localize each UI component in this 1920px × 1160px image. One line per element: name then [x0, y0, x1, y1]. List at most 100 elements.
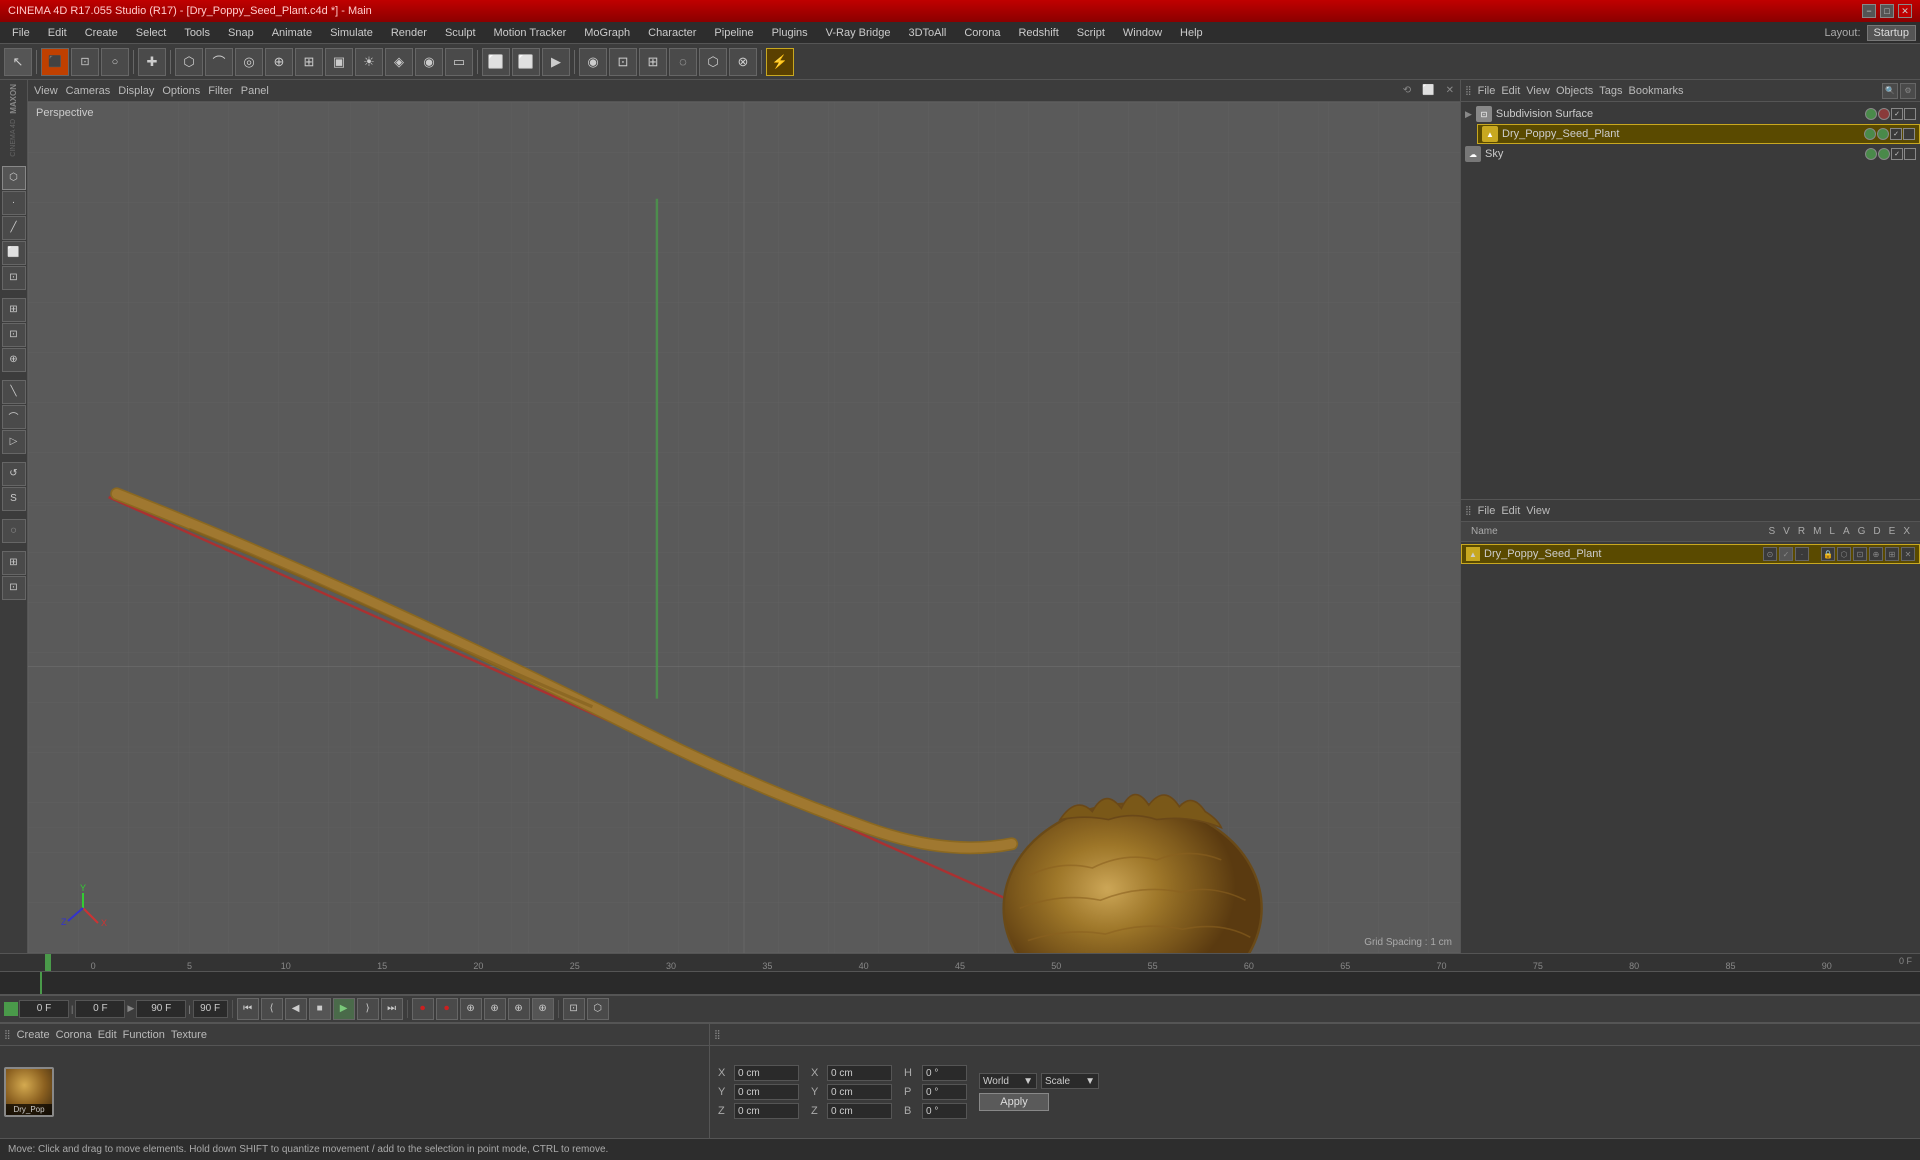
viewport-canvas[interactable]: Perspective [28, 102, 1460, 953]
toolbar-tag[interactable]: ◈ [385, 48, 413, 76]
menu-corona[interactable]: Corona [956, 25, 1008, 41]
obj-menu-bookmarks[interactable]: Bookmarks [1629, 85, 1684, 97]
toolbar-light[interactable]: ☀ [355, 48, 383, 76]
obj-menu-tags[interactable]: Tags [1599, 85, 1622, 97]
attr-toggle-lock[interactable]: 🔒 [1821, 547, 1835, 561]
obj-dp-visible-editor[interactable] [1864, 128, 1876, 140]
toolbar-render-all[interactable]: ▶ [542, 48, 570, 76]
tc-preview-end[interactable] [136, 1000, 186, 1018]
tc-stop[interactable]: ■ [309, 998, 331, 1020]
attr-toggle-extra[interactable]: ⊞ [1885, 547, 1899, 561]
left-loop[interactable]: ↺ [2, 462, 26, 486]
attr-menu-view[interactable]: View [1526, 505, 1550, 517]
toolbar-scene[interactable]: ⊞ [295, 48, 323, 76]
left-knife[interactable]: ╲ [2, 380, 26, 404]
left-edge-mode[interactable]: ╱ [2, 216, 26, 240]
obj-menu-file[interactable]: File [1478, 85, 1496, 97]
obj-row-subdivision[interactable]: ▶ ⊡ Subdivision Surface ✓ [1461, 104, 1920, 124]
vp-menu-filter[interactable]: Filter [208, 85, 232, 97]
tc-goto-start[interactable]: ⏮ [237, 998, 259, 1020]
mat-menu-corona[interactable]: Corona [56, 1029, 92, 1041]
toolbar-shader[interactable]: ◉ [579, 48, 607, 76]
vp-menu-display[interactable]: Display [118, 85, 154, 97]
attr-toggle-layer[interactable]: ⊡ [1853, 547, 1867, 561]
x-pos-value[interactable]: 0 cm [734, 1065, 799, 1081]
left-magnet[interactable]: S [2, 487, 26, 511]
toolbar-hair[interactable]: ⊗ [729, 48, 757, 76]
b-value[interactable]: 0 ° [922, 1103, 967, 1119]
tc-key-rot[interactable]: ⊕ [484, 998, 506, 1020]
toolbar-smart-render[interactable]: ⚡ [766, 48, 794, 76]
obj-dp-motion[interactable] [1903, 128, 1915, 140]
left-grid[interactable]: ⊞ [2, 551, 26, 575]
tc-play-fwd[interactable]: ▶ [333, 998, 355, 1020]
x-rot-value[interactable]: 0 cm [827, 1065, 892, 1081]
vp-menu-options[interactable]: Options [162, 85, 200, 97]
menu-redshift[interactable]: Redshift [1010, 25, 1066, 41]
toolbar-deformer[interactable]: ⊕ [265, 48, 293, 76]
z-pos-value[interactable]: 0 cm [734, 1103, 799, 1119]
close-button[interactable]: ✕ [1898, 4, 1912, 18]
menu-vray[interactable]: V-Ray Bridge [818, 25, 899, 41]
toolbar-mograph2[interactable]: ⊞ [639, 48, 667, 76]
toolbar-polygon-obj[interactable]: ⬡ [175, 48, 203, 76]
attr-toggle-r[interactable]: · [1795, 547, 1809, 561]
menu-character[interactable]: Character [640, 25, 704, 41]
obj-menu-view[interactable]: View [1526, 85, 1550, 97]
attr-toggle-x[interactable]: ✕ [1901, 547, 1915, 561]
tc-timeline-open[interactable]: ⬡ [587, 998, 609, 1020]
left-bridge[interactable]: ⌒ [2, 405, 26, 429]
obj-lock[interactable]: ✓ [1891, 108, 1903, 120]
obj-visible-editor[interactable] [1865, 108, 1877, 120]
attr-row-drypoppy[interactable]: ▲ Dry_Poppy_Seed_Plant ⊙ ✓ · 🔒 ⬡ ⊡ ⊕ ⊞ ✕ [1461, 544, 1920, 564]
attr-toggle-group2[interactable]: ⊕ [1869, 547, 1883, 561]
menu-3dtall[interactable]: 3DToAll [900, 25, 954, 41]
obj-menu-edit[interactable]: Edit [1501, 85, 1520, 97]
scale-dropdown[interactable]: Scale ▼ [1041, 1073, 1099, 1089]
obj-dp-lock[interactable]: ✓ [1890, 128, 1902, 140]
maximize-button[interactable]: □ [1880, 4, 1894, 18]
tc-auto-key[interactable]: ⏺ [436, 998, 458, 1020]
tc-key-all[interactable]: ⊕ [532, 998, 554, 1020]
attr-toggle-anim[interactable]: ⬡ [1837, 547, 1851, 561]
toolbar-world[interactable]: ✚ [138, 48, 166, 76]
tc-prev-key[interactable]: ⟨ [261, 998, 283, 1020]
toolbar-xpresso[interactable]: ⊡ [609, 48, 637, 76]
menu-window[interactable]: Window [1115, 25, 1170, 41]
toolbar-material[interactable]: ◉ [415, 48, 443, 76]
toolbar-scale[interactable]: ⊡ [71, 48, 99, 76]
toolbar-render-view[interactable]: ⬜ [482, 48, 510, 76]
tc-current-frame[interactable] [19, 1000, 69, 1018]
y-pos-value[interactable]: 0 cm [734, 1084, 799, 1100]
menu-create[interactable]: Create [77, 25, 126, 41]
mat-menu-edit[interactable]: Edit [98, 1029, 117, 1041]
apply-button[interactable]: Apply [979, 1093, 1049, 1111]
mat-menu-create[interactable]: Create [17, 1029, 50, 1041]
h-value[interactable]: 0 ° [922, 1065, 967, 1081]
left-symmetry[interactable]: ⊕ [2, 348, 26, 372]
tc-next-key[interactable]: ⟩ [357, 998, 379, 1020]
menu-edit[interactable]: Edit [40, 25, 75, 41]
obj-row-sky[interactable]: ☁ Sky ✓ [1461, 144, 1920, 164]
left-texture2[interactable]: ⊡ [2, 323, 26, 347]
menu-help[interactable]: Help [1172, 25, 1211, 41]
toolbar-move[interactable]: ⬛ [41, 48, 69, 76]
tc-record[interactable]: ⏺ [412, 998, 434, 1020]
vp-menu-view[interactable]: View [34, 85, 58, 97]
minimize-button[interactable]: − [1862, 4, 1876, 18]
obj-motion[interactable] [1904, 108, 1916, 120]
toolbar-render-region[interactable]: ⬜ [512, 48, 540, 76]
tc-end-frame[interactable] [193, 1000, 228, 1018]
world-dropdown[interactable]: World ▼ [979, 1073, 1037, 1089]
y-rot-value[interactable]: 0 cm [827, 1084, 892, 1100]
obj-sky-visible-render[interactable] [1878, 148, 1890, 160]
toolbar-floor[interactable]: ▭ [445, 48, 473, 76]
tc-play-back[interactable]: ◀ [285, 998, 307, 1020]
left-mirror[interactable]: ▷ [2, 430, 26, 454]
left-uv-mode[interactable]: ⊡ [2, 266, 26, 290]
toolbar-select-mode[interactable]: ↖ [4, 48, 32, 76]
menu-tools[interactable]: Tools [176, 25, 218, 41]
attr-toggle-s[interactable]: ⊙ [1763, 547, 1777, 561]
menu-mograph[interactable]: MoGraph [576, 25, 638, 41]
left-texture[interactable]: ⊞ [2, 298, 26, 322]
